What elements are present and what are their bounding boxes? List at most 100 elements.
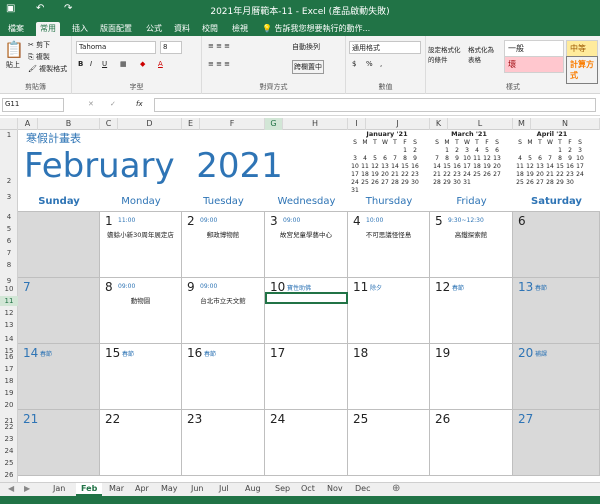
row-header[interactable]: 4: [0, 212, 18, 222]
row-header[interactable]: 6: [0, 236, 18, 246]
tab-view[interactable]: 檢視: [228, 22, 252, 36]
row-header[interactable]: 13: [0, 320, 18, 330]
align-left-icon[interactable]: ≡ ≡ ≡: [208, 60, 230, 68]
font-name-select[interactable]: Tahoma: [76, 41, 156, 54]
currency-button[interactable]: $: [352, 60, 356, 68]
scroll-left-icon[interactable]: ◀: [8, 484, 14, 493]
wrap-text-button[interactable]: 自動換列: [292, 42, 320, 52]
tab-home[interactable]: 常用: [36, 22, 60, 36]
format-painter-button[interactable]: 🖌 複製格式: [28, 64, 67, 74]
sheet-tab-aug[interactable]: Aug: [240, 483, 266, 496]
font-size-select[interactable]: 8: [160, 41, 182, 54]
column-header[interactable]: F: [200, 118, 265, 130]
style-normal[interactable]: 一般: [504, 40, 564, 57]
sheet-tab-jun[interactable]: Jun: [186, 483, 209, 496]
column-header[interactable]: E: [182, 118, 200, 130]
column-header[interactable]: D: [118, 118, 182, 130]
row-header[interactable]: 18: [0, 376, 18, 386]
sheet-tab-jan[interactable]: Jan: [48, 483, 70, 496]
calendar-day-cell[interactable]: 11 除夕: [348, 278, 430, 344]
underline-button[interactable]: U: [102, 60, 107, 68]
row-header[interactable]: 14: [0, 334, 18, 344]
calendar-day-cell[interactable]: 18: [348, 344, 430, 410]
calendar-day-cell[interactable]: 7: [18, 278, 100, 344]
calendar-day-cell[interactable]: 4 10:00 不可思議怪怪島: [348, 212, 430, 278]
border-icon[interactable]: ▦: [120, 60, 127, 68]
column-header[interactable]: I: [348, 118, 366, 130]
calendar-day-cell[interactable]: 14 春節: [18, 344, 100, 410]
number-format-select[interactable]: 通用格式: [349, 41, 421, 54]
italic-button[interactable]: I: [90, 60, 92, 68]
tell-me-box[interactable]: 💡 告訴我您想要執行的動作...: [258, 22, 374, 36]
row-header[interactable]: 12: [0, 308, 18, 318]
paste-button[interactable]: 貼上: [6, 60, 20, 70]
column-header[interactable]: L: [448, 118, 513, 130]
selected-cell-g11[interactable]: [265, 292, 348, 304]
sheet-tab-feb[interactable]: Feb: [76, 483, 103, 496]
merge-center-button[interactable]: 跨欄置中: [292, 60, 324, 74]
style-calculation[interactable]: 計算方式: [566, 56, 598, 84]
font-color-icon[interactable]: A: [158, 60, 163, 68]
calendar-day-cell[interactable]: 19: [430, 344, 513, 410]
row-header[interactable]: 11: [0, 296, 18, 306]
percent-button[interactable]: %: [366, 60, 373, 68]
sheet-tab-nov[interactable]: Nov: [322, 483, 348, 496]
column-header[interactable]: G: [265, 118, 283, 130]
calendar-day-cell[interactable]: 10 寶性助佛: [265, 278, 348, 344]
row-header[interactable]: 3: [0, 192, 18, 202]
column-header[interactable]: M: [513, 118, 531, 130]
row-header[interactable]: 23: [0, 434, 18, 444]
column-header[interactable]: J: [366, 118, 430, 130]
calendar-day-cell[interactable]: 3 09:00 故宮兒童學藝中心: [265, 212, 348, 278]
tab-file[interactable]: 檔案: [4, 22, 28, 36]
row-header[interactable]: 2: [0, 176, 18, 186]
select-all-corner[interactable]: [0, 118, 18, 130]
column-header[interactable]: K: [430, 118, 448, 130]
calendar-day-cell[interactable]: 1 11:00 蟾蜍小新30周年展定店: [100, 212, 182, 278]
cut-button[interactable]: ✂ 剪下: [28, 40, 50, 50]
row-header[interactable]: 17: [0, 364, 18, 374]
row-header[interactable]: 19: [0, 388, 18, 398]
tab-formulas[interactable]: 公式: [142, 22, 166, 36]
row-header[interactable]: 24: [0, 446, 18, 456]
calendar-day-cell[interactable]: 20 補課: [513, 344, 600, 410]
sheet-tab-may[interactable]: May: [156, 483, 183, 496]
calendar-day-cell[interactable]: 24: [265, 410, 348, 476]
name-box[interactable]: G11: [2, 98, 64, 112]
format-as-table-button[interactable]: 格式化為表格: [468, 44, 500, 64]
calendar-day-cell[interactable]: 2 09:00 郵政博物館: [182, 212, 265, 278]
add-sheet-icon[interactable]: ⊕: [392, 483, 400, 494]
calendar-day-cell[interactable]: 22: [100, 410, 182, 476]
row-header[interactable]: 25: [0, 458, 18, 468]
paste-icon[interactable]: 📋: [4, 40, 24, 59]
calendar-day-cell[interactable]: 26: [430, 410, 513, 476]
conditional-format-button[interactable]: 設定格式化的條件: [428, 44, 464, 64]
formula-input[interactable]: [154, 98, 596, 112]
comma-button[interactable]: ,: [380, 60, 382, 68]
calendar-day-cell[interactable]: 5 9:30~12:30 高鐵探索館: [430, 212, 513, 278]
calendar-day-cell[interactable]: 17: [265, 344, 348, 410]
calendar-day-cell[interactable]: 12 春節: [430, 278, 513, 344]
row-header[interactable]: 7: [0, 248, 18, 258]
column-header[interactable]: A: [18, 118, 38, 130]
calendar-day-cell[interactable]: [18, 212, 100, 278]
cancel-icon[interactable]: ✕: [88, 100, 94, 108]
align-top-icon[interactable]: ≡ ≡ ≡: [208, 42, 230, 50]
column-header[interactable]: H: [283, 118, 348, 130]
tab-data[interactable]: 資料: [170, 22, 194, 36]
row-header[interactable]: 10: [0, 284, 18, 294]
column-header[interactable]: N: [531, 118, 600, 130]
row-header[interactable]: 16: [0, 352, 18, 362]
row-header[interactable]: 22: [0, 422, 18, 432]
fill-color-icon[interactable]: ◆: [140, 60, 145, 68]
calendar-day-cell[interactable]: 27: [513, 410, 600, 476]
style-neutral[interactable]: 中等: [566, 40, 598, 57]
sheet-tab-jul[interactable]: Jul: [214, 483, 234, 496]
column-header[interactable]: C: [100, 118, 118, 130]
style-bad[interactable]: 壞: [504, 56, 564, 73]
insert-function-button[interactable]: fx: [136, 100, 143, 108]
sheet-tab-mar[interactable]: Mar: [104, 483, 129, 496]
row-header[interactable]: 1: [0, 130, 18, 140]
calendar-day-cell[interactable]: 9 09:00 台北市立天文館: [182, 278, 265, 344]
tab-page-layout[interactable]: 版面配置: [96, 22, 136, 36]
